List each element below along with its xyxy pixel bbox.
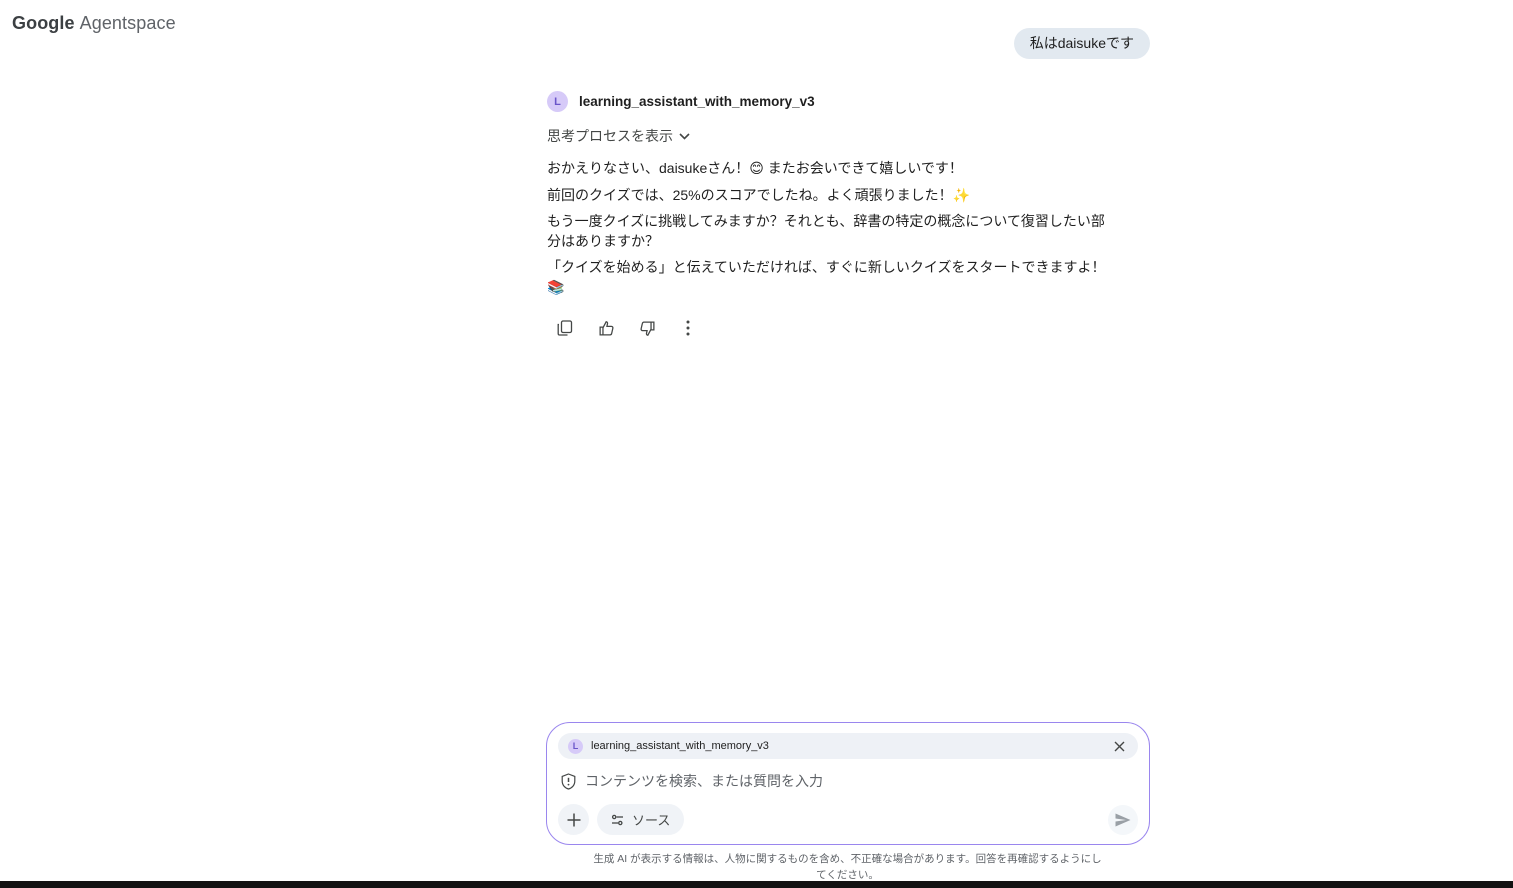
genai-disclaimer: 生成 AI が表示する情報は、人物に関するものを含め、不正確な場合があります。回… [591,852,1104,883]
prompt-input[interactable]: コンテンツを検索、または質問を入力 [558,771,1138,791]
thumbs-up-icon [598,320,615,337]
agent-paragraph: 前回のクイズでは、25%のスコアでしたね。よく頑張りました！✨ [547,186,1117,206]
close-icon [1114,741,1125,752]
send-icon [1115,813,1131,827]
user-message-bubble: 私はdaisukeです [1014,28,1150,59]
agentspace-app: Google Agentspace 私はdaisukeです L learning… [0,0,1513,888]
selected-agent-chip: L learning_assistant_with_memory_v3 [558,733,1138,759]
more-options-button[interactable] [675,315,701,341]
product-name: Agentspace [80,13,176,34]
agent-paragraph: もう一度クイズに挑戦してみますか？それとも、辞書の特定の概念について復習したい部… [547,212,1117,251]
plus-icon [567,813,581,827]
google-logo-text: Google [12,13,75,34]
agent-chip-avatar: L [568,739,583,754]
user-message-row: 私はdaisukeです [547,28,1150,59]
sources-button[interactable]: ソース [597,804,684,835]
chevron-down-icon [679,133,690,140]
show-thought-process-toggle[interactable]: 思考プロセスを表示 [547,126,690,146]
thumbs-down-button[interactable] [634,315,660,341]
composer: L learning_assistant_with_memory_v3 コンテン… [546,722,1150,845]
copy-button[interactable] [552,315,578,341]
agent-message-header: L learning_assistant_with_memory_v3 [547,91,1150,112]
shield-icon [561,773,576,790]
composer-toolbar: ソース [558,804,1138,835]
more-vert-icon [686,320,690,336]
agent-chip-name: learning_assistant_with_memory_v3 [591,740,769,752]
thought-toggle-label: 思考プロセスを表示 [547,126,673,146]
bottom-bar [0,881,1513,888]
agent-paragraph: 「クイズを始める」と伝えていただければ、すぐに新しいクイズをスタートできますよ！… [547,258,1117,297]
tune-icon [611,814,624,826]
chat-thread: 私はdaisukeです L learning_assistant_with_me… [547,28,1150,341]
app-logo: Google Agentspace [12,13,176,34]
agent-message-body: おかえりなさい、daisukeさん！😊 またお会いできて嬉しいです！ 前回のクイ… [547,159,1150,304]
add-attachment-button[interactable] [558,804,589,835]
thumbs-up-button[interactable] [593,315,619,341]
remove-agent-button[interactable] [1110,737,1128,755]
send-button[interactable] [1108,805,1138,835]
agent-name: learning_assistant_with_memory_v3 [579,94,815,109]
composer-placeholder: コンテンツを検索、または質問を入力 [585,771,823,791]
copy-icon [557,320,573,336]
agent-avatar: L [547,91,568,112]
agent-paragraph: おかえりなさい、daisukeさん！😊 またお会いできて嬉しいです！ [547,159,1117,179]
sources-button-label: ソース [632,810,670,829]
message-action-bar [552,315,1150,341]
thumbs-down-icon [639,320,656,337]
